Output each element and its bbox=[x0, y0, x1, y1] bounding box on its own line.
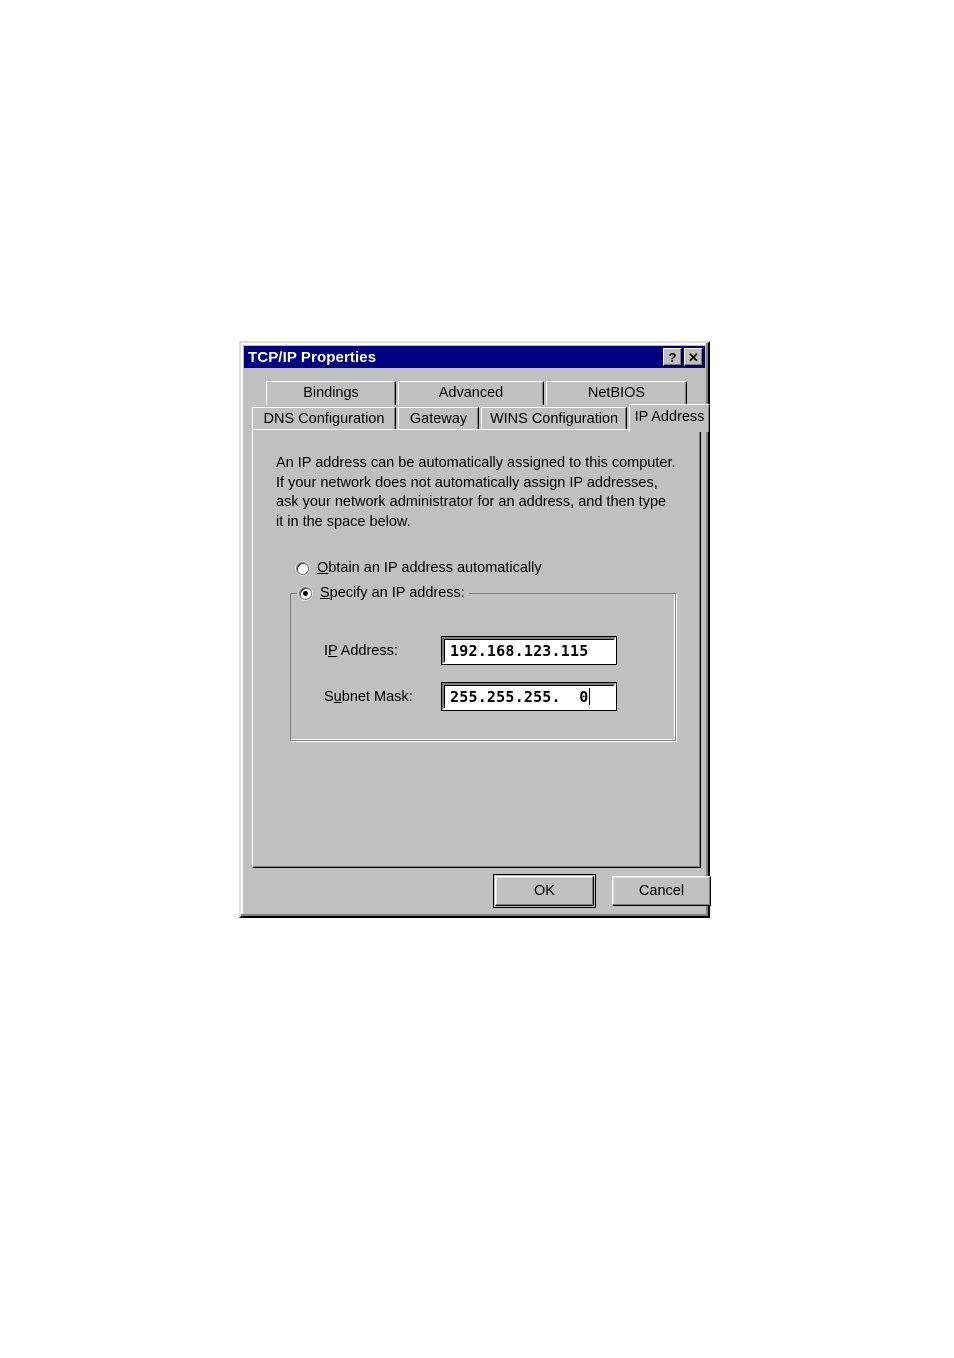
tab-wins-configuration-label: WINS Configuration bbox=[489, 410, 619, 427]
subnet-mask-value: 255.255.255. 0 bbox=[450, 687, 589, 706]
tab-content-panel: An IP address can be automatically assig… bbox=[252, 429, 701, 868]
tab-netbios-label: NetBIOS bbox=[587, 384, 646, 401]
ok-button-label: OK bbox=[534, 883, 555, 899]
tab-wins-configuration[interactable]: WINS Configuration bbox=[481, 407, 627, 431]
tab-advanced[interactable]: Advanced bbox=[398, 381, 544, 405]
tab-bindings-label: Bindings bbox=[303, 384, 359, 401]
tab-bindings[interactable]: Bindings bbox=[266, 381, 396, 405]
tab-dns-configuration-label: DNS Configuration bbox=[263, 410, 385, 427]
subnet-mask-label: Subnet Mask: bbox=[324, 689, 442, 705]
radio-specify-label: Specify an IP address: bbox=[320, 585, 465, 601]
tab-advanced-label: Advanced bbox=[438, 384, 504, 401]
ip-address-label: IP Address: bbox=[324, 643, 442, 659]
ok-button[interactable]: OK bbox=[493, 874, 596, 908]
cancel-button[interactable]: Cancel bbox=[612, 876, 711, 906]
radio-specify-ip-address[interactable]: Specify an IP address: bbox=[297, 585, 469, 601]
close-icon[interactable]: ✕ bbox=[684, 348, 703, 366]
tab-row-top: Bindings Advanced NetBIOS bbox=[266, 381, 689, 405]
subnet-mask-label-post: bnet Mask: bbox=[341, 688, 413, 705]
tab-row-bottom: DNS Configuration Gateway WINS Configura… bbox=[252, 404, 712, 432]
radio-obtain-label: Obtain an IP address automatically bbox=[317, 560, 542, 576]
tab-dns-configuration[interactable]: DNS Configuration bbox=[252, 407, 396, 431]
description-text: An IP address can be automatically assig… bbox=[276, 455, 676, 530]
dialog-button-bar: OK Cancel bbox=[252, 874, 711, 908]
tab-gateway-label: Gateway bbox=[409, 410, 468, 427]
tcpip-properties-dialog: TCP/IP Properties ? ✕ Bindings Advanced … bbox=[239, 341, 711, 918]
radio-button-icon-obtain[interactable] bbox=[296, 561, 309, 575]
radio-obtain-accel: O bbox=[317, 560, 329, 576]
title-bar[interactable]: TCP/IP Properties ? ✕ bbox=[244, 346, 705, 368]
text-caret bbox=[589, 688, 591, 705]
tab-strip: Bindings Advanced NetBIOS DNS Configurat… bbox=[252, 381, 710, 432]
radio-obtain-text: btain an IP address automatically bbox=[328, 560, 542, 576]
radio-specify-text: pecify an IP address: bbox=[329, 585, 465, 601]
specify-ip-groupbox: Specify an IP address: IP Address: 192.1… bbox=[290, 585, 676, 741]
title-bar-buttons: ? ✕ bbox=[663, 348, 703, 366]
tab-gateway[interactable]: Gateway bbox=[398, 407, 479, 431]
ip-address-row: IP Address: 192.168.123.115 bbox=[324, 637, 616, 664]
subnet-mask-label-accel: u bbox=[333, 688, 342, 705]
cancel-button-label: Cancel bbox=[638, 883, 685, 899]
subnet-mask-row: Subnet Mask: 255.255.255. 0 bbox=[324, 683, 616, 710]
ip-address-input[interactable]: 192.168.123.115 bbox=[442, 637, 616, 664]
tab-netbios[interactable]: NetBIOS bbox=[546, 381, 687, 405]
radio-obtain-ip-automatically[interactable]: Obtain an IP address automatically bbox=[296, 560, 542, 576]
ip-address-value: 192.168.123.115 bbox=[450, 641, 589, 660]
radio-button-icon-specify[interactable] bbox=[299, 586, 312, 600]
window-title: TCP/IP Properties bbox=[248, 348, 377, 366]
tab-ip-address[interactable]: IP Address bbox=[629, 404, 710, 432]
subnet-mask-label-pre: S bbox=[324, 688, 334, 705]
tab-ip-address-label: IP Address bbox=[634, 408, 705, 425]
help-icon[interactable]: ? bbox=[663, 348, 682, 366]
subnet-mask-input[interactable]: 255.255.255. 0 bbox=[442, 683, 616, 710]
ip-address-label-post: Address: bbox=[337, 642, 398, 659]
radio-specify-accel: S bbox=[320, 585, 330, 601]
